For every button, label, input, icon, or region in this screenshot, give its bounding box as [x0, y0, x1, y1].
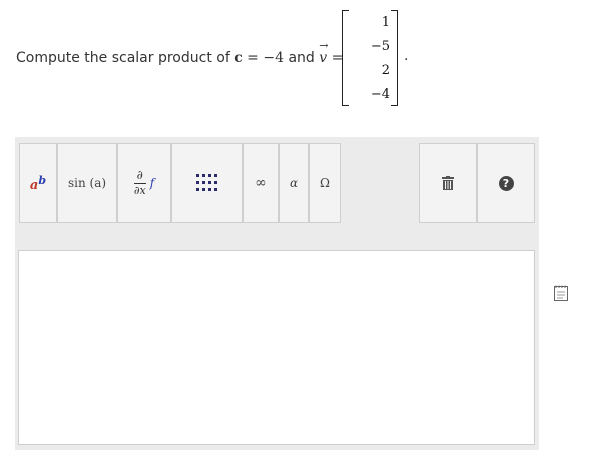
prompt-prefix: Compute the scalar product of: [16, 50, 235, 66]
vector-letter: v: [319, 50, 328, 66]
power-button[interactable]: ab: [19, 143, 57, 223]
matrix-right-bracket: [391, 10, 398, 106]
partial-derivative-icon: ∂ ∂x f: [133, 168, 155, 197]
derivative-button[interactable]: ∂ ∂x f: [117, 143, 171, 223]
alpha-icon: α: [289, 176, 299, 190]
matrix-button[interactable]: [171, 143, 243, 223]
math-toolbar: ab sin (a) ∂ ∂x f ∞ α Ω ?: [19, 143, 535, 225]
matrix-cells: 1 −5 2 −4: [350, 10, 390, 106]
vector-matrix: 1 −5 2 −4: [342, 10, 398, 106]
equals-sign: =: [242, 50, 264, 66]
power-icon: ab: [29, 173, 47, 193]
matrix-cell: 2: [381, 62, 390, 78]
and-text: and: [284, 50, 320, 66]
matrix-cell: −5: [370, 38, 390, 54]
trash-icon: [442, 176, 454, 190]
problem-prompt: Compute the scalar product of c = −4 and…: [16, 39, 344, 66]
clear-button[interactable]: [419, 143, 477, 223]
sentence-period: .: [404, 48, 409, 64]
omega-icon: Ω: [320, 176, 330, 190]
equals-sign-2: =: [327, 50, 344, 66]
infinity-icon: ∞: [255, 175, 267, 191]
math-editor: ab sin (a) ∂ ∂x f ∞ α Ω ?: [15, 137, 539, 450]
scalar-value: −4: [263, 50, 285, 66]
problem-statement: Compute the scalar product of c = −4 and…: [16, 0, 596, 115]
scalar-variable: c: [234, 50, 243, 66]
sin-icon: sin (a): [67, 176, 107, 190]
greek-omega-button[interactable]: Ω: [309, 143, 341, 223]
matrix-grid-icon: [196, 174, 217, 191]
vector-variable: → v: [319, 39, 328, 66]
matrix-cell: 1: [381, 14, 390, 30]
help-icon: ?: [498, 175, 514, 191]
matrix-cell: −4: [370, 86, 390, 102]
greek-alpha-button[interactable]: α: [279, 143, 309, 223]
matrix-left-bracket: [342, 10, 349, 106]
help-button[interactable]: ?: [477, 143, 535, 223]
vector-arrow: →: [319, 39, 329, 52]
function-button[interactable]: sin (a): [57, 143, 117, 223]
infinity-button[interactable]: ∞: [243, 143, 279, 223]
answer-input[interactable]: [18, 250, 535, 445]
notepad-icon[interactable]: [554, 285, 568, 301]
